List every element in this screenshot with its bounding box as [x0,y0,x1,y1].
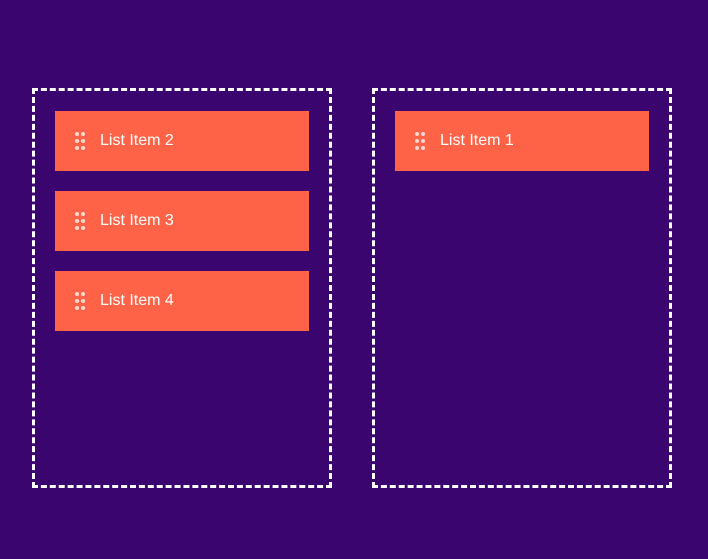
list-item-label: List Item 3 [100,212,174,229]
drag-handle-icon[interactable] [75,132,85,150]
list-item[interactable]: List Item 4 [55,271,309,331]
drop-zone-left[interactable]: List Item 2 List Item 3 List Item 4 [32,88,332,488]
list-item[interactable]: List Item 2 [55,111,309,171]
drag-handle-icon[interactable] [75,212,85,230]
list-item[interactable]: List Item 1 [395,111,649,171]
list-item-label: List Item 4 [100,292,174,309]
drag-handle-icon[interactable] [415,132,425,150]
drop-zone-right[interactable]: List Item 1 [372,88,672,488]
list-item-label: List Item 1 [440,132,514,149]
list-item-label: List Item 2 [100,132,174,149]
drag-handle-icon[interactable] [75,292,85,310]
list-item[interactable]: List Item 3 [55,191,309,251]
